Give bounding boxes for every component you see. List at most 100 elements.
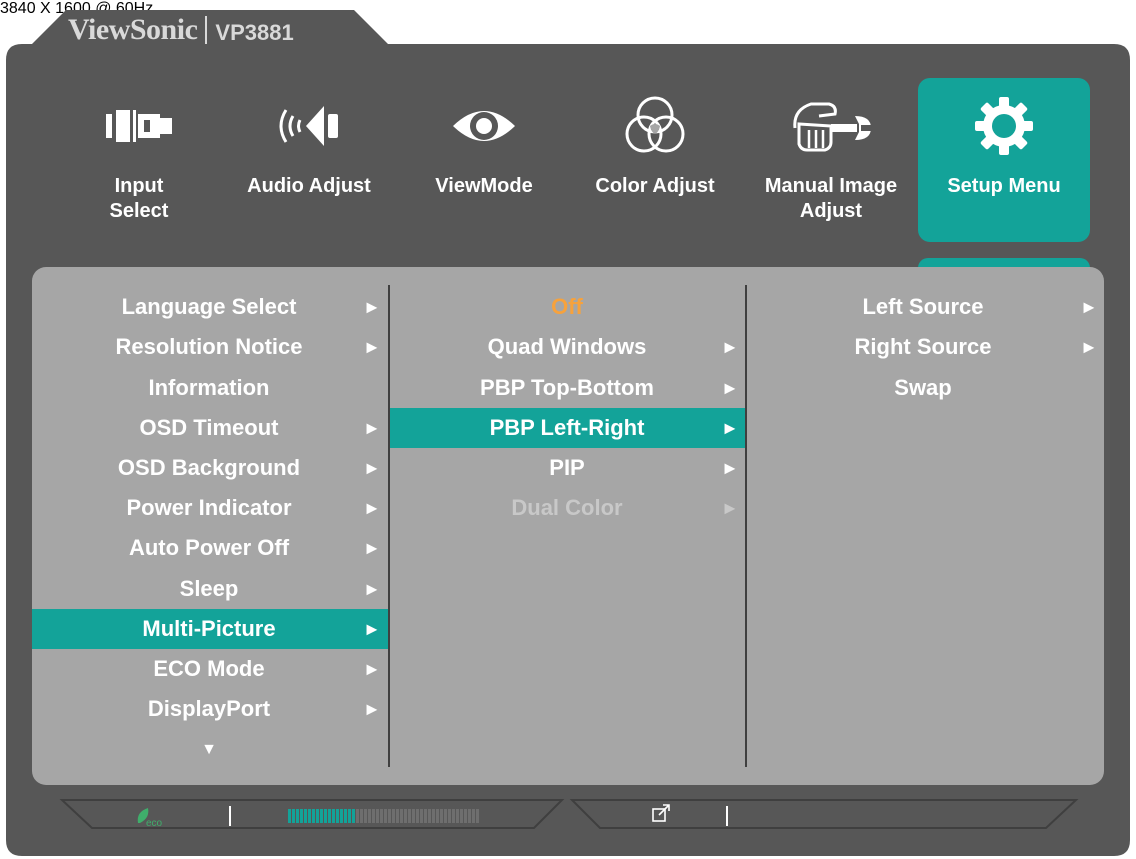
brand-header: ViewSonic VP3881 (68, 12, 294, 48)
submenu-arrow-icon: ► (363, 457, 381, 478)
tab-viewmode-label: ViewMode (435, 175, 533, 197)
menu-item-language-select[interactable]: Language Select ► (32, 287, 388, 327)
brightness-segment (292, 809, 295, 823)
submenu-item-quad-windows[interactable]: Quad Windows ► (390, 327, 745, 367)
menu-item-label: Resolution Notice (115, 334, 303, 359)
menu-item-label: Language Select (121, 294, 297, 319)
status-separator (726, 806, 728, 826)
input-select-icon (104, 78, 174, 174)
osd-screen: ViewSonic VP3881 Input Select Audio Adju… (0, 0, 1136, 859)
brightness-segment (316, 809, 319, 823)
brightness-segment (448, 809, 451, 823)
menu-item-osd-background[interactable]: OSD Background ► (32, 448, 388, 488)
submenu-item-dual-color: Dual Color ► (390, 488, 745, 528)
gear-icon (972, 78, 1036, 174)
brand-name: ViewSonic (68, 13, 198, 46)
tab-setup-menu-label: Setup Menu (947, 175, 1061, 197)
submenu-arrow-icon: ► (363, 537, 381, 558)
status-separator (229, 806, 231, 826)
submenu-item-label: PBP Left-Right (489, 415, 645, 440)
menu-item-sleep[interactable]: Sleep ► (32, 569, 388, 609)
brightness-segment (380, 809, 383, 823)
brightness-segment (424, 809, 427, 823)
tab-input-select-label: Input Select (109, 175, 169, 222)
external-link-icon (652, 804, 670, 822)
brightness-segment (472, 809, 475, 823)
tab-viewmode[interactable]: ViewMode (412, 78, 556, 242)
submenu-item-pbp-top-bottom[interactable]: PBP Top-Bottom ► (390, 368, 745, 408)
tab-color-adjust[interactable]: Color Adjust (582, 78, 728, 242)
submenu-arrow-icon: ► (721, 377, 739, 398)
submenu-item-pbp-left-right[interactable]: PBP Left-Right ► (390, 408, 745, 448)
tab-input-select[interactable]: Input Select (70, 78, 208, 242)
menu-item-eco-mode[interactable]: ECO Mode ► (32, 649, 388, 689)
brightness-segment (440, 809, 443, 823)
tab-manual-image-adjust[interactable]: Manual Image Adjust (752, 78, 910, 242)
submenu-arrow-icon: ► (721, 457, 739, 478)
submenu-item-label: Dual Color (511, 495, 623, 520)
menu-item-auto-power-off[interactable]: Auto Power Off ► (32, 528, 388, 568)
brightness-segment (352, 809, 355, 823)
option-left-source[interactable]: Left Source ► (747, 287, 1104, 327)
menu-item-information[interactable]: Information (32, 368, 388, 408)
brightness-segment (372, 809, 375, 823)
brightness-segment (340, 809, 343, 823)
submenu-arrow-icon: ► (363, 698, 381, 719)
brightness-segment (412, 809, 415, 823)
submenu-arrow-icon: ► (1080, 336, 1098, 357)
hand-wrench-icon (789, 78, 873, 174)
submenu-item-label: Off (551, 294, 583, 319)
brand-separator (205, 16, 208, 44)
menu-item-multi-picture[interactable]: Multi-Picture ► (32, 609, 388, 649)
menu-item-label: Power Indicator (126, 495, 292, 520)
brightness-segment (312, 809, 315, 823)
submenu-arrow-icon: ► (721, 336, 739, 357)
scroll-down-indicator[interactable]: ▼ (32, 730, 388, 770)
option-swap[interactable]: Swap (747, 368, 1104, 408)
submenu-arrow-icon: ► (363, 296, 381, 317)
submenu-item-off[interactable]: Off (390, 287, 745, 327)
option-right-source[interactable]: Right Source ► (747, 327, 1104, 367)
brightness-segment (452, 809, 455, 823)
submenu-item-pip[interactable]: PIP ► (390, 448, 745, 488)
menu-item-label: DisplayPort (147, 696, 271, 721)
brightness-segment (396, 809, 399, 823)
brightness-segment (296, 809, 299, 823)
option-label: Right Source (854, 334, 992, 359)
brightness-segment (304, 809, 307, 823)
status-bar: eco (59, 799, 1079, 829)
tab-audio-adjust[interactable]: Audio Adjust (238, 78, 380, 242)
menu-item-power-indicator[interactable]: Power Indicator ► (32, 488, 388, 528)
brightness-segment (360, 809, 363, 823)
brightness-segment (348, 809, 351, 823)
brightness-segment (400, 809, 403, 823)
model-name: VP3881 (215, 20, 294, 45)
tab-color-adjust-label: Color Adjust (595, 175, 715, 197)
brightness-segment (444, 809, 447, 823)
menu-item-label: OSD Background (117, 455, 301, 480)
brightness-segment (460, 809, 463, 823)
eco-label: eco (146, 818, 163, 829)
submenu-arrow-icon: ► (363, 578, 381, 599)
brightness-segment (336, 809, 339, 823)
submenu-arrow-icon: ► (721, 417, 739, 438)
brightness-segment (376, 809, 379, 823)
submenu-arrow-icon: ► (1080, 296, 1098, 317)
menu-item-label: Sleep (179, 576, 239, 601)
option-label: Left Source (862, 294, 984, 319)
brightness-segment (464, 809, 467, 823)
submenu-arrow-icon: ► (721, 497, 739, 518)
tab-setup-menu[interactable]: Setup Menu (918, 78, 1090, 242)
brightness-segment (476, 809, 479, 823)
menu-item-label: OSD Timeout (139, 415, 279, 440)
brightness-segment (288, 809, 291, 823)
brightness-segment (468, 809, 471, 823)
submenu-item-label: PIP (549, 455, 585, 480)
menu-item-resolution-notice[interactable]: Resolution Notice ► (32, 327, 388, 367)
brightness-segment (368, 809, 371, 823)
menu-item-osd-timeout[interactable]: OSD Timeout ► (32, 408, 388, 448)
brightness-segment (456, 809, 459, 823)
submenu-item-label: Quad Windows (487, 334, 647, 359)
brightness-segment (404, 809, 407, 823)
menu-item-displayport[interactable]: DisplayPort ► (32, 689, 388, 729)
